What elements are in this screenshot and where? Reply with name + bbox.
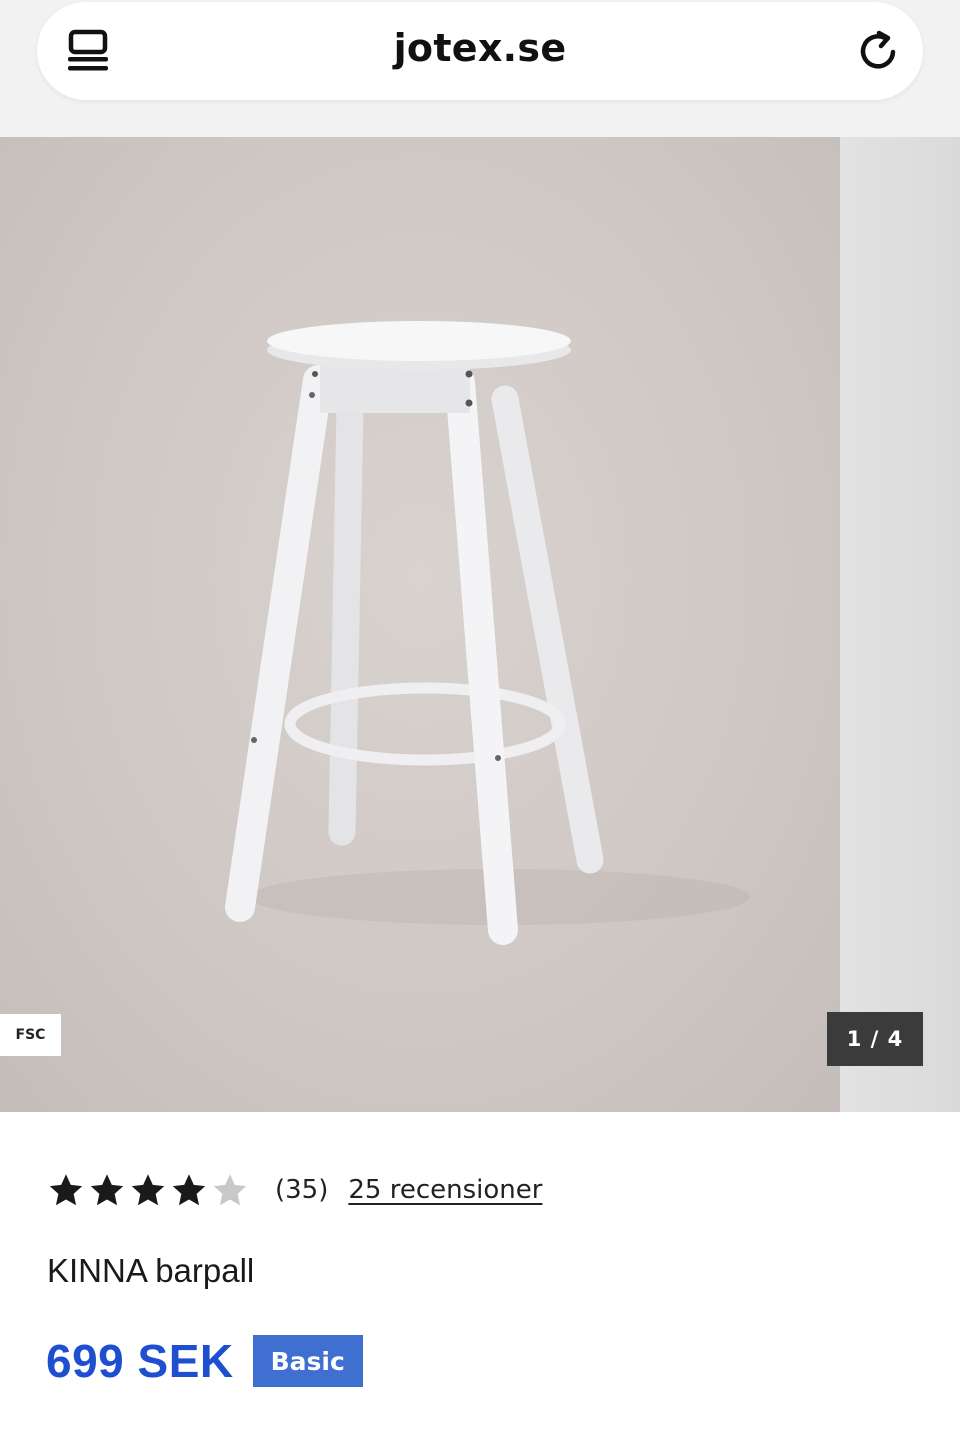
product-title: KINNA barpall: [47, 1252, 255, 1289]
reviews-link[interactable]: 25 recensioner: [348, 1175, 542, 1205]
browser-top-bar: jotex.se: [0, 0, 960, 137]
star-filled-icon: [49, 1174, 83, 1206]
price-row: 699 SEK Basic: [46, 1334, 363, 1388]
rating-row: (35) 25 recensioner: [48, 1167, 542, 1213]
product-price: 699 SEK: [46, 1335, 234, 1387]
reload-icon[interactable]: [855, 28, 901, 74]
star-rating: [48, 1172, 253, 1208]
url-text[interactable]: jotex.se: [37, 26, 923, 70]
image-counter: 1 / 4: [827, 1012, 923, 1066]
address-bar[interactable]: jotex.se: [37, 2, 923, 100]
rating-count: (35): [275, 1175, 329, 1205]
star-empty-icon: [213, 1174, 247, 1206]
star-filled-icon: [90, 1174, 124, 1206]
product-image-gallery[interactable]: FSC 1 / 4: [0, 137, 960, 1112]
star-filled-icon: [172, 1174, 206, 1206]
bar-stool-photo[interactable]: [0, 137, 840, 1112]
star-filled-icon: [131, 1174, 165, 1206]
stool-illustration: [225, 321, 750, 945]
price-badge: Basic: [252, 1335, 363, 1387]
fsc-badge: FSC: [0, 1014, 61, 1056]
next-image-preview[interactable]: [840, 137, 960, 1112]
